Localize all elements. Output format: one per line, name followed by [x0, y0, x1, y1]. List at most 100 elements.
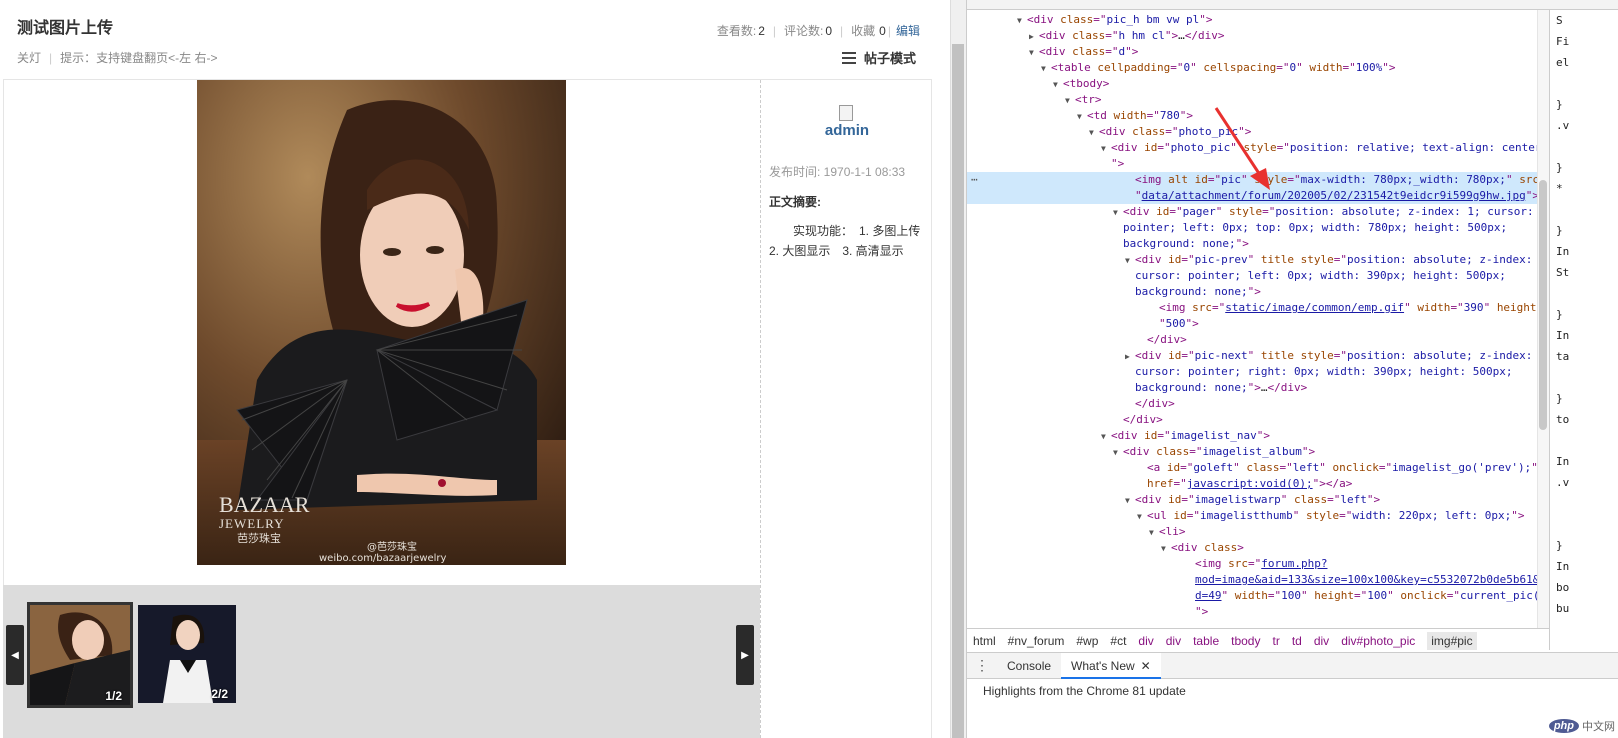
dom-node-line[interactable]: cursor: pointer; right: 0px; width: 390p… — [967, 364, 1537, 380]
style-rule-fragment[interactable]: * — [1556, 182, 1563, 195]
style-rule-fragment[interactable]: el — [1556, 56, 1569, 69]
edit-link[interactable]: 编辑 — [896, 22, 920, 39]
expanded-triangle-icon[interactable]: ▼ — [1041, 61, 1051, 77]
dom-token[interactable]: mod=image&aid=133&size=100x100&key=c5532… — [1195, 573, 1537, 586]
style-rule-fragment[interactable]: In — [1556, 455, 1569, 468]
expanded-triangle-icon[interactable]: ▼ — [1101, 141, 1111, 157]
dom-node-line[interactable]: "> — [967, 604, 1537, 620]
dom-node-line[interactable]: "data/attachment/forum/202005/02/231542t… — [967, 188, 1537, 204]
style-rule-fragment[interactable]: In — [1556, 560, 1569, 573]
dom-node-line[interactable]: ▼ <ul id="imagelistthumb" style="width: 2… — [967, 508, 1537, 524]
dom-node-line[interactable]: ▼ <div class="d"> — [967, 44, 1537, 60]
breadcrumb-item[interactable]: div — [1138, 634, 1153, 648]
dom-node-line[interactable]: ▶ <div id="pic-next" title style="positio… — [967, 348, 1537, 364]
thumbnail-2[interactable]: 2/2 — [138, 605, 236, 703]
dom-node-line[interactable]: ⋯ <img alt id="pic" style="max-width: 780… — [967, 172, 1537, 188]
dom-token[interactable]: javascript:void(0); — [1187, 477, 1313, 490]
expanded-triangle-icon[interactable]: ▼ — [1137, 509, 1147, 525]
style-rule-fragment[interactable]: bu — [1556, 602, 1569, 615]
dom-node-line[interactable]: ▼ <tr> — [967, 92, 1537, 108]
node-actions-icon[interactable]: ⋯ — [971, 172, 978, 188]
dom-node-line[interactable]: ▼ <tbody> — [967, 76, 1537, 92]
style-rule-fragment[interactable]: .v — [1556, 476, 1569, 489]
more-options-icon[interactable]: ⋮ — [967, 657, 997, 674]
dom-node-line[interactable]: ▼ <div class="photo_pic"> — [967, 124, 1537, 140]
dom-node-line[interactable]: ▼ <div id="imagelistwarp" class="left"> — [967, 492, 1537, 508]
dom-node-line[interactable]: ▶ <div class="h hm cl">…</div> — [967, 28, 1537, 44]
dom-node-line[interactable]: mod=image&aid=133&size=100x100&key=c5532… — [967, 572, 1537, 588]
dom-node-line[interactable]: background: none;"> — [967, 236, 1537, 252]
dom-node-line[interactable]: d=49" width="100" height="100" onclick="… — [967, 588, 1537, 604]
style-rule-fragment[interactable]: In — [1556, 329, 1569, 342]
dom-node-line[interactable]: pointer; left: 0px; top: 0px; width: 780… — [967, 220, 1537, 236]
expanded-triangle-icon[interactable]: ▼ — [1101, 429, 1111, 445]
dom-node-line[interactable]: "500"> — [967, 316, 1537, 332]
breadcrumb-item[interactable]: img#pic — [1427, 631, 1477, 650]
expanded-triangle-icon[interactable]: ▼ — [1077, 109, 1087, 125]
dom-node-line[interactable]: <img src="static/image/common/emp.gif" w… — [967, 300, 1537, 316]
dom-node-line[interactable]: </div> — [967, 332, 1537, 348]
style-rule-fragment[interactable]: .v — [1556, 119, 1569, 132]
lights-off-link[interactable]: 关灯 — [17, 49, 41, 66]
breadcrumb-item[interactable]: #ct — [1110, 634, 1126, 648]
style-rule-fragment[interactable]: } — [1556, 392, 1563, 405]
style-rule-fragment[interactable]: ta — [1556, 350, 1569, 363]
tab-whats-new[interactable]: What's New ✕ — [1061, 652, 1161, 679]
dom-token[interactable]: data/attachment/forum/202005/02/231542t9… — [1142, 189, 1526, 202]
style-rule-fragment[interactable]: St — [1556, 266, 1569, 279]
breadcrumb-item[interactable]: html — [973, 634, 996, 648]
expanded-triangle-icon[interactable]: ▼ — [1125, 493, 1135, 509]
dom-node-line[interactable]: ▼ <li> — [967, 524, 1537, 540]
dom-tree-scrollbar-thumb[interactable] — [1539, 180, 1547, 430]
dom-node-line[interactable]: background: none;"> — [967, 284, 1537, 300]
dom-node-line[interactable]: ▼ <div class="pic_h bm vw pl"> — [967, 12, 1537, 28]
dom-node-line[interactable]: <a id="goleft" class="left" onclick="ima… — [967, 460, 1537, 476]
expanded-triangle-icon[interactable]: ▼ — [1149, 525, 1159, 541]
dom-node-line[interactable]: ▼ <table cellpadding="0" cellspacing="0" … — [967, 60, 1537, 76]
dom-node-line[interactable]: ▼ <div class> — [967, 540, 1537, 556]
whats-new-highlights[interactable]: Highlights from the Chrome 81 update — [983, 684, 1186, 698]
breadcrumb-item[interactable]: #nv_forum — [1008, 634, 1065, 648]
expanded-triangle-icon[interactable]: ▼ — [1065, 93, 1075, 109]
dom-node-line[interactable]: ▼ <div id="pager" style="position: absolu… — [967, 204, 1537, 220]
dom-node-line[interactable]: cursor: pointer; left: 0px; width: 390px… — [967, 268, 1537, 284]
breadcrumb-item[interactable]: div — [1314, 634, 1329, 648]
breadcrumb-item[interactable]: tr — [1272, 634, 1279, 648]
breadcrumb-item[interactable]: div — [1166, 634, 1181, 648]
expanded-triangle-icon[interactable]: ▼ — [1125, 253, 1135, 269]
breadcrumb-item[interactable]: table — [1193, 634, 1219, 648]
style-rule-fragment[interactable]: S — [1556, 14, 1563, 27]
dom-token[interactable]: d=49 — [1195, 589, 1222, 602]
dom-node-line[interactable]: background: none;">…</div> — [967, 380, 1537, 396]
style-rule-fragment[interactable]: Fi — [1556, 35, 1569, 48]
author-name[interactable]: admin — [761, 122, 933, 139]
breadcrumb-item[interactable]: td — [1292, 634, 1302, 648]
dom-token[interactable]: static/image/common/emp.gif — [1225, 301, 1404, 314]
breadcrumb-item[interactable]: div#photo_pic — [1341, 634, 1415, 648]
dom-node-line[interactable]: ▼ <div id="pic-prev" title style="positio… — [967, 252, 1537, 268]
prev-thumbnails-button[interactable]: ◀ — [6, 625, 24, 685]
dom-node-line[interactable]: </div> — [967, 412, 1537, 428]
collapsed-triangle-icon[interactable]: ▶ — [1125, 349, 1135, 365]
dom-node-line[interactable]: href="javascript:void(0);"></a> — [967, 476, 1537, 492]
expanded-triangle-icon[interactable]: ▼ — [1053, 77, 1063, 93]
style-rule-fragment[interactable]: bo — [1556, 581, 1569, 594]
expanded-triangle-icon[interactable]: ▼ — [1089, 125, 1099, 141]
elements-dom-tree[interactable]: ▼ <div class="pic_h bm vw pl"> ▶ <div class… — [967, 10, 1537, 628]
breadcrumb-item[interactable]: #wp — [1076, 634, 1098, 648]
tab-console[interactable]: Console — [997, 653, 1061, 679]
main-photo[interactable]: BAZAAR JEWELRY 芭莎珠宝 @芭莎珠宝 weibo.com/baza… — [197, 80, 566, 565]
dom-node-line[interactable]: ▼ <div class="imagelist_album"> — [967, 444, 1537, 460]
expanded-triangle-icon[interactable]: ▼ — [1113, 445, 1123, 461]
avatar[interactable] — [839, 105, 853, 121]
dom-node-line[interactable]: ▼ <div id="photo_pic" style="position: re… — [967, 140, 1537, 156]
style-rule-fragment[interactable]: } — [1556, 539, 1563, 552]
style-rule-fragment[interactable]: to — [1556, 413, 1569, 426]
dom-node-line[interactable]: "> — [967, 156, 1537, 172]
dom-node-line[interactable]: ▼ <td width="780"> — [967, 108, 1537, 124]
dom-node-line[interactable]: ▼ <div id="imagelist_nav"> — [967, 428, 1537, 444]
thumbnail-1[interactable]: 1/2 — [27, 602, 133, 708]
style-rule-fragment[interactable]: } — [1556, 161, 1563, 174]
page-scrollbar-thumb[interactable] — [952, 44, 964, 738]
expanded-triangle-icon[interactable]: ▼ — [1029, 45, 1039, 61]
